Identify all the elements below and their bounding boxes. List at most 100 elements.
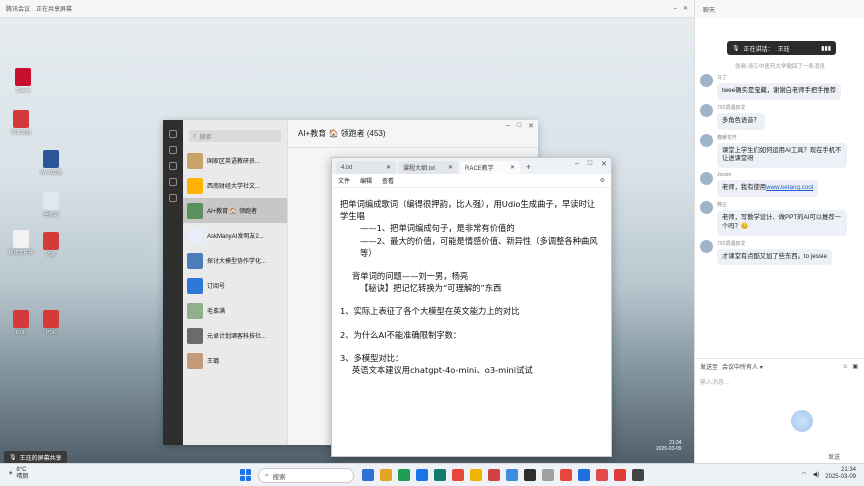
- weather-widget[interactable]: ☀ 8°C 晴朗: [8, 467, 28, 481]
- taskbar-app-icon[interactable]: [542, 469, 554, 481]
- close-icon[interactable]: ✕: [601, 160, 607, 168]
- message-bubble: 才课堂有点酷又加了些东西。to jessie: [717, 248, 832, 266]
- taskbar-app-icon[interactable]: [416, 469, 428, 481]
- chat-list-item[interactable]: AI+教育 🏠 领跑者: [183, 198, 287, 223]
- file-icon: [13, 230, 29, 248]
- avatar: [700, 172, 713, 186]
- favorites-icon[interactable]: [169, 162, 177, 170]
- system-notice: 张晓-浙江中医药大学撤回了一条消息: [735, 64, 825, 70]
- send-to-label: 发送至: [700, 365, 719, 371]
- share-badge-label: 王珏的屏幕共享: [19, 455, 62, 462]
- taskbar-app-icon[interactable]: [488, 469, 500, 481]
- taskbar-app-icon[interactable]: [578, 469, 590, 481]
- file-icon: [13, 110, 29, 128]
- send-button[interactable]: 发送: [828, 452, 840, 461]
- taskbar-search-label: 搜索: [272, 473, 286, 481]
- file-icon: [43, 232, 59, 250]
- tab-file-3[interactable]: RACE教学 ✕: [460, 161, 520, 174]
- menu-file[interactable]: 文件: [338, 176, 350, 185]
- avatar: [187, 352, 203, 369]
- volume-icon[interactable]: ◀): [813, 471, 820, 478]
- notepad-menu: 文件 编辑 查看 ⚙: [332, 174, 611, 188]
- chat-list-item[interactable]: 毛翕满: [183, 298, 287, 323]
- desktop-icon[interactable]: 回收站: [36, 192, 66, 218]
- avatar: [700, 103, 713, 117]
- chat-icon[interactable]: [169, 130, 177, 138]
- files-icon[interactable]: [169, 178, 177, 186]
- tab-file-1[interactable]: 4.txt ✕: [336, 161, 396, 174]
- taskbar-clock[interactable]: 21:34 2025-03-09: [825, 467, 856, 481]
- message-bubble: 老师，我有使用www.ketang.cool: [717, 180, 819, 197]
- send-target-select[interactable]: 会议中所有人 ▾: [722, 362, 763, 371]
- mic-icon: 🎙: [9, 454, 17, 461]
- taskbar-app-icon[interactable]: [362, 469, 374, 481]
- desktop-icon[interactable]: 新建文件夹: [6, 230, 36, 256]
- avatar: [700, 74, 713, 87]
- minimize-icon[interactable]: –: [575, 160, 579, 168]
- taskbar-search[interactable]: ⌕ 搜索: [258, 468, 354, 483]
- moments-icon[interactable]: [169, 194, 177, 202]
- search-placeholder: 搜索: [199, 134, 212, 141]
- close-icon[interactable]: ✕: [528, 122, 534, 130]
- taskbar-app-icon[interactable]: [614, 469, 626, 481]
- speaking-indicator: 🎙 正在讲话： 王珏 ▮▮▮: [727, 41, 836, 55]
- chat-list-item[interactable]: AskManyAI发明友2...: [183, 223, 287, 248]
- emoji-icon[interactable]: ☺: [842, 364, 848, 370]
- send-target-row: 发送至 会议中所有人 ▾ ☺ ▣: [694, 359, 864, 374]
- desktop-icon[interactable]: Word文档: [36, 150, 66, 176]
- taskbar-app-icon[interactable]: [398, 469, 410, 481]
- new-tab-icon[interactable]: +: [526, 162, 531, 172]
- close-icon[interactable]: ✕: [683, 5, 688, 12]
- wechat-search[interactable]: ⌕ 搜索: [189, 130, 281, 142]
- menu-view[interactable]: 查看: [382, 176, 394, 185]
- taskbar-app-icon[interactable]: [434, 469, 446, 481]
- chat-list-item[interactable]: 探讨大模型协作学化...: [183, 248, 287, 273]
- minimize-icon[interactable]: –: [506, 122, 510, 130]
- minimize-icon[interactable]: –: [674, 6, 677, 12]
- notepad-text-area[interactable]: 把单词编成歌词（编得很押韵，比人强），用Udio生成曲子，早读时让学生唱 ——1、…: [332, 188, 611, 376]
- taskbar-app-icon[interactable]: [524, 469, 536, 481]
- chat-list-item[interactable]: 国家区英语教研员...: [183, 148, 287, 173]
- desktop-icon[interactable]: Zotero: [8, 68, 38, 94]
- desktop-icon[interactable]: PDF: [36, 232, 66, 258]
- chat-message: 春暖花开 课堂上学生们如何运用AI工具？现在手机不让进课堂呀: [700, 133, 860, 169]
- taskbar-app-icon[interactable]: [470, 469, 482, 481]
- tab-file-2[interactable]: 课程大纲.txt ✕: [398, 161, 458, 174]
- avatar: [187, 202, 203, 219]
- chat-list-item[interactable]: 元卓计划酒客科技社...: [183, 323, 287, 348]
- taskbar-app-icon[interactable]: [632, 469, 644, 481]
- taskbar-app-icon[interactable]: [596, 469, 608, 481]
- contacts-icon[interactable]: [169, 146, 177, 154]
- image-icon[interactable]: ▣: [852, 363, 858, 370]
- maximize-icon[interactable]: □: [588, 160, 592, 168]
- chat-list-item[interactable]: 订阅号: [183, 273, 287, 298]
- chat-compose: 发送至 会议中所有人 ▾ ☺ ▣ 输入消息...: [694, 358, 864, 463]
- avatar: [187, 277, 203, 294]
- message-link[interactable]: www.ketang.cool: [766, 184, 813, 191]
- wifi-icon[interactable]: ◠: [801, 471, 806, 478]
- floating-assistant-button[interactable]: [791, 410, 813, 432]
- file-icon: [15, 68, 31, 86]
- mic-icon: 🎙: [732, 45, 740, 52]
- volume-icon: ▮▮▮: [821, 45, 831, 52]
- maximize-icon[interactable]: □: [517, 122, 521, 130]
- taskbar-app-icon[interactable]: [452, 469, 464, 481]
- taskbar-app-icon[interactable]: [380, 469, 392, 481]
- avatar: [187, 177, 203, 194]
- message-input[interactable]: 输入消息...: [694, 374, 864, 389]
- gear-icon[interactable]: ⚙: [600, 177, 605, 184]
- menu-edit[interactable]: 编辑: [360, 176, 372, 185]
- search-icon: ⌕: [265, 471, 269, 479]
- notepad-tabs: 4.txt ✕ 课程大纲.txt ✕ RACE教学 ✕ + – □ ✕: [332, 158, 611, 174]
- chat-list-item[interactable]: 西南财经大学社文...: [183, 173, 287, 198]
- screen-share-badge[interactable]: 🎙 王珏的屏幕共享: [4, 451, 67, 463]
- taskbar-app-icon[interactable]: [560, 469, 572, 481]
- text-line: 3、多模型对比：: [340, 352, 404, 363]
- chat-list-item[interactable]: 王璐: [183, 348, 287, 373]
- desktop-icon[interactable]: PDF: [36, 310, 66, 336]
- desktop-icon[interactable]: PDF: [6, 310, 36, 336]
- text-line: 把单词编成歌词（编得很押韵，比人强），用Udio生成曲子，早读时让学生唱: [340, 199, 596, 222]
- desktop-icon[interactable]: PDF文档: [6, 110, 36, 136]
- taskbar-app-icon[interactable]: [506, 469, 518, 481]
- start-button[interactable]: [240, 469, 252, 481]
